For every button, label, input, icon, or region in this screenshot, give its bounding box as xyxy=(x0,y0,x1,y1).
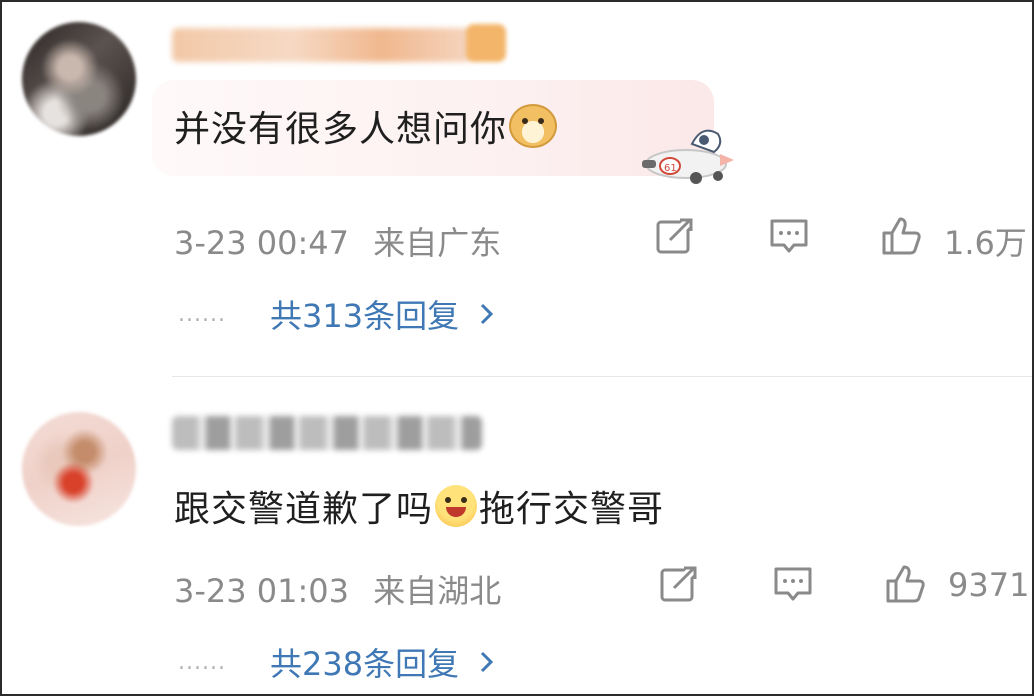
vip-badge-icon xyxy=(466,24,506,62)
comment-text: 跟交警道歉了吗 拖行交警哥 xyxy=(174,480,664,532)
avatar[interactable] xyxy=(22,22,136,136)
avatar[interactable] xyxy=(22,412,136,526)
svg-text:61: 61 xyxy=(664,163,677,174)
ellipsis: ...... xyxy=(178,649,226,675)
comment-text-part: 拖行交警哥 xyxy=(479,489,665,530)
replies-row[interactable]: ...... 共313条回复 xyxy=(178,291,495,337)
replies-row[interactable]: ...... 共238条回复 xyxy=(178,639,495,685)
comment-text: 并没有很多人想问你 xyxy=(174,100,558,152)
comment-icon[interactable] xyxy=(772,564,814,604)
like-count: 9371 xyxy=(948,566,1030,604)
like-count: 1.6万 xyxy=(944,224,1027,262)
comment-icon[interactable] xyxy=(768,216,810,256)
doge-emoji-icon xyxy=(509,104,558,148)
view-replies-link[interactable]: 共313条回复 xyxy=(270,291,459,337)
share-icon[interactable] xyxy=(658,564,700,604)
username-blurred[interactable] xyxy=(172,28,472,62)
chevron-right-icon xyxy=(481,651,494,673)
ellipsis: ...... xyxy=(178,301,226,327)
comment-text-part: 跟交警道歉了吗 xyxy=(174,489,434,530)
comment-actions: 1.6万 xyxy=(2,214,1032,262)
thumbs-up-icon[interactable] xyxy=(880,216,922,256)
chevron-right-icon xyxy=(481,303,494,325)
share-icon[interactable] xyxy=(654,216,696,256)
comment-actions: 9371 xyxy=(2,562,1032,606)
username-blurred[interactable] xyxy=(172,416,482,450)
thumbs-up-icon[interactable] xyxy=(884,564,926,604)
grinning-emoji-icon xyxy=(435,485,478,527)
comment-list: 并没有很多人想问你 61 3-23 00:47 来自广东 1.6万 ......… xyxy=(0,0,1034,696)
comment-text-content: 并没有很多人想问你 xyxy=(174,109,508,150)
divider xyxy=(172,376,1032,377)
airplane-sticker-icon: 61 xyxy=(642,129,734,184)
view-replies-link[interactable]: 共238条回复 xyxy=(270,639,459,685)
